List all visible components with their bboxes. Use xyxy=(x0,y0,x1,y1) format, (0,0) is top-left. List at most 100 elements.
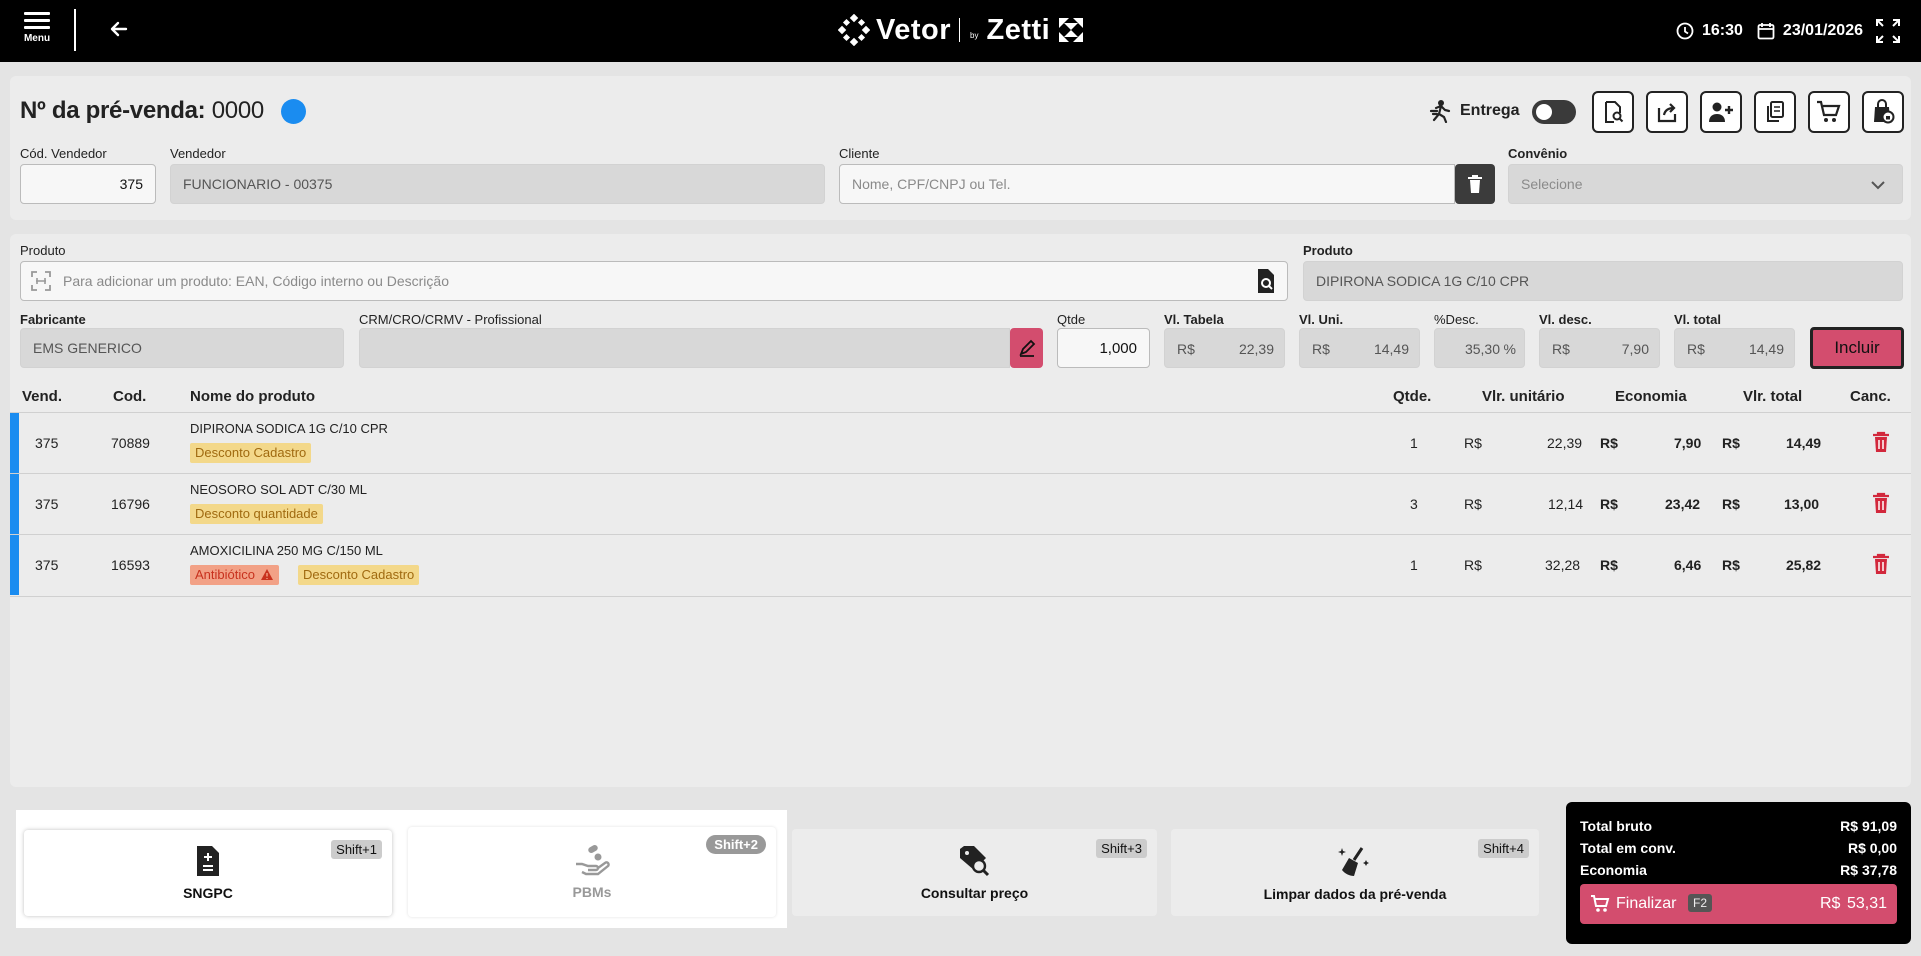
pen-icon xyxy=(1018,339,1035,357)
shortcut-key-badge: Shift+1 xyxy=(331,840,382,859)
desc-pct-value: 35,30 xyxy=(1464,341,1500,357)
delivery-toggle[interactable] xyxy=(1532,100,1576,124)
vl-tabela-value: 22,39 xyxy=(1238,341,1274,357)
convenio-label: Convênio xyxy=(1508,146,1568,161)
totals-panel: Total bruto R$ 91,09 Total em conv. R$ 0… xyxy=(1566,802,1911,944)
clear-client-button[interactable] xyxy=(1455,164,1495,204)
finalizar-value: 53,31 xyxy=(1846,895,1887,912)
convenio-selected: Selecione xyxy=(1521,176,1583,192)
vl-tabela-field: R$ 22,39 xyxy=(1164,328,1285,368)
hamburger-icon xyxy=(24,12,50,29)
total-bruto-label: Total bruto xyxy=(1580,818,1653,834)
incluir-button[interactable]: Incluir xyxy=(1810,327,1904,369)
pbms-shortcut-button[interactable]: Shift+2 PBMs xyxy=(408,827,776,917)
pbms-label: PBMs xyxy=(572,884,612,900)
finalizar-button[interactable]: Finalizar F2 R$ 53,31 xyxy=(1580,884,1897,924)
desc-pct-label: %Desc. xyxy=(1434,312,1479,327)
table-row[interactable]: 375 16593 AMOXICILINA 250 MG C/150 ML An… xyxy=(10,534,1911,595)
share-button[interactable] xyxy=(1646,91,1688,133)
document-search-icon[interactable] xyxy=(1255,268,1277,294)
vl-desc-field[interactable]: R$ 7,90 xyxy=(1539,328,1660,368)
desc-pct-unit: % xyxy=(1503,341,1516,357)
row-vlr-unit: 22,39 xyxy=(1547,435,1583,451)
vl-desc-value: 7,90 xyxy=(1621,341,1649,357)
row-product-name: DIPIRONA SODICA 1G C/10 CPR xyxy=(190,421,388,436)
fabricante-label: Fabricante xyxy=(20,312,86,327)
cart-button[interactable] xyxy=(1808,91,1850,133)
share-icon xyxy=(1657,103,1677,123)
chevron-down-icon xyxy=(1871,181,1885,190)
convenio-select[interactable]: Selecione xyxy=(1508,164,1903,204)
row-economia-currency: R$ xyxy=(1600,435,1618,451)
col-header-qtde: Qtde. xyxy=(1393,388,1432,405)
shortcut-key-badge: Shift+3 xyxy=(1096,839,1147,858)
trash-icon[interactable] xyxy=(1872,431,1890,453)
vl-uni-field[interactable]: R$ 14,49 xyxy=(1299,328,1420,368)
arrow-left-icon xyxy=(110,21,128,37)
trash-icon[interactable] xyxy=(1872,492,1890,514)
delivery-label-group: Entrega xyxy=(1428,99,1520,123)
sngpc-shortcut-button[interactable]: Shift+1 SNGPC xyxy=(24,830,392,916)
add-client-button[interactable] xyxy=(1700,91,1742,133)
vl-tabela-currency: R$ xyxy=(1177,341,1195,357)
lock-bag-button[interactable] xyxy=(1862,91,1904,133)
copy-button[interactable] xyxy=(1754,91,1796,133)
vl-total-field: R$ 14,49 xyxy=(1674,328,1795,368)
top-bar: Menu Vetor by Zetti 16:30 23/01/2026 xyxy=(0,0,1921,62)
edit-professional-button[interactable] xyxy=(1010,328,1043,368)
crm-field[interactable] xyxy=(359,328,1010,368)
warning-icon xyxy=(260,569,273,580)
cliente-input[interactable]: Nome, CPF/CNPJ ou Tel. xyxy=(839,164,1455,204)
status-dot xyxy=(281,99,306,124)
limpar-dados-shortcut-button[interactable]: Shift+4 Limpar dados da pré-venda xyxy=(1171,829,1539,916)
vl-desc-currency: R$ xyxy=(1552,341,1570,357)
desc-pct-field[interactable]: 35,30 % xyxy=(1434,328,1525,368)
logo-by-text: by xyxy=(970,30,979,40)
row-vend: 375 xyxy=(35,496,59,512)
cod-vendedor-label: Cód. Vendedor xyxy=(20,146,107,161)
row-vlr-unit: 32,28 xyxy=(1545,557,1581,573)
bag-lock-icon xyxy=(1874,99,1895,124)
tag-antibiotico: Antibiótico xyxy=(190,565,279,585)
clock-date-area: 16:30 23/01/2026 xyxy=(1676,18,1901,44)
col-header-economia: Economia xyxy=(1615,388,1687,405)
row-accent xyxy=(10,535,19,595)
tag-antibiotico-text: Antibiótico xyxy=(195,567,255,582)
row-cod: 16593 xyxy=(111,557,150,573)
clock-time: 16:30 xyxy=(1702,22,1743,39)
cod-vendedor-field[interactable]: 375 xyxy=(20,164,156,204)
row-vlr-total: 25,82 xyxy=(1786,557,1822,573)
vendedor-field: FUNCIONARIO - 00375 xyxy=(170,164,825,204)
economia-label: Economia xyxy=(1580,862,1647,878)
col-header-canc: Canc. xyxy=(1850,388,1891,405)
table-row[interactable]: 375 70889 DIPIRONA SODICA 1G C/10 CPR De… xyxy=(10,412,1911,473)
back-button[interactable] xyxy=(104,14,134,44)
price-tag-search-icon xyxy=(959,845,989,876)
calendar-icon xyxy=(1757,23,1775,40)
consultar-preco-shortcut-button[interactable]: Shift+3 Consultar preço xyxy=(792,829,1157,916)
row-vlr-unit-currency: R$ xyxy=(1464,435,1482,451)
economia-value: R$ 37,78 xyxy=(1840,862,1897,878)
row-vlr-total: 14,49 xyxy=(1786,435,1822,451)
trash-icon[interactable] xyxy=(1872,553,1890,575)
total-conv-value: R$ 0,00 xyxy=(1847,840,1897,856)
vetor-logo-icon xyxy=(838,14,870,46)
row-qtde: 1 xyxy=(1410,557,1418,573)
row-vend: 375 xyxy=(35,557,59,573)
vl-uni-value: 14,49 xyxy=(1373,341,1409,357)
fullscreen-icon[interactable] xyxy=(1875,18,1901,44)
row-vlr-total-currency: R$ xyxy=(1722,557,1740,573)
menu-button[interactable]: Menu xyxy=(18,12,56,44)
document-search-icon xyxy=(1605,101,1624,123)
delivery-label: Entrega xyxy=(1460,102,1520,119)
produto-field: DIPIRONA SODICA 1G C/10 CPR xyxy=(1303,261,1903,301)
logo-zetti-text: Zetti xyxy=(986,13,1051,46)
barcode-scan-icon xyxy=(31,271,51,291)
vl-tabela-label: Vl. Tabela xyxy=(1164,312,1224,327)
table-row[interactable]: 375 16796 NEOSORO SOL ADT C/30 ML Descon… xyxy=(10,473,1911,534)
qtde-input[interactable]: 1,000 xyxy=(1057,328,1150,368)
consultar-preco-label: Consultar preço xyxy=(920,884,1029,901)
produto-search-input[interactable]: Para adicionar um produto: EAN, Código i… xyxy=(20,261,1288,301)
vendedor-label: Vendedor xyxy=(170,146,226,161)
search-document-button[interactable] xyxy=(1592,91,1634,133)
